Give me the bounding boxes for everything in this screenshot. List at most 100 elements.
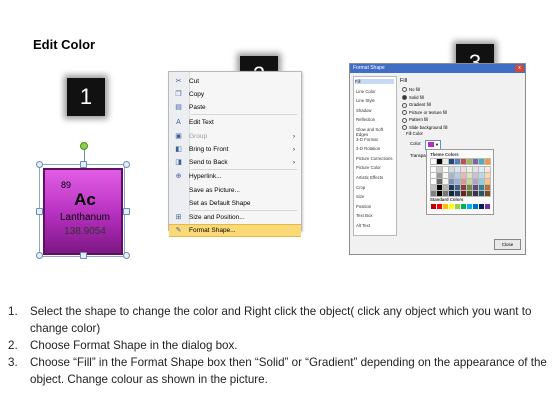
- color-swatch[interactable]: [442, 184, 449, 191]
- color-swatch[interactable]: [454, 184, 461, 191]
- color-swatch[interactable]: [436, 172, 443, 179]
- color-swatch[interactable]: [430, 172, 437, 179]
- color-swatch[interactable]: [461, 204, 466, 209]
- color-swatch[interactable]: [466, 178, 473, 185]
- menu-item-cut[interactable]: ✂ Cut: [169, 76, 301, 88]
- resize-handle[interactable]: [123, 161, 130, 168]
- color-swatch[interactable]: [485, 204, 490, 209]
- category-crop[interactable]: Crop: [356, 185, 365, 190]
- color-swatch[interactable]: [484, 184, 491, 191]
- color-swatch[interactable]: [460, 166, 467, 173]
- resize-handle[interactable]: [123, 208, 130, 215]
- category-picture-corrections[interactable]: Picture Corrections: [356, 156, 393, 161]
- color-swatch[interactable]: [484, 190, 491, 197]
- menu-item-hyperlink[interactable]: ⊕ Hyperlink...: [169, 171, 301, 183]
- close-icon[interactable]: x: [515, 65, 524, 72]
- color-swatch[interactable]: [448, 166, 455, 173]
- category-line-color[interactable]: Line Color: [356, 89, 376, 94]
- fill-option-no-fill[interactable]: No fill: [402, 87, 420, 93]
- color-swatch[interactable]: [466, 166, 473, 173]
- category-picture-color[interactable]: Picture Color: [356, 165, 381, 170]
- menu-item-paste[interactable]: ▤ Paste: [169, 102, 301, 114]
- menu-item-set-as-default-shape[interactable]: Set as Default Shape: [169, 198, 301, 210]
- color-swatch[interactable]: [472, 158, 479, 165]
- color-swatch[interactable]: [448, 184, 455, 191]
- color-swatch[interactable]: [442, 178, 449, 185]
- menu-item-size-and-position[interactable]: ⊞ Size and Position...: [169, 212, 301, 224]
- category-shadow[interactable]: Shadow: [356, 108, 372, 113]
- fill-option-pattern-fill[interactable]: Pattern fill: [402, 117, 428, 123]
- color-swatch[interactable]: [478, 166, 485, 173]
- color-swatch[interactable]: [454, 190, 461, 197]
- color-swatch[interactable]: [430, 178, 437, 185]
- color-swatch[interactable]: [448, 190, 455, 197]
- color-swatch[interactable]: [442, 172, 449, 179]
- color-swatch[interactable]: [430, 158, 437, 165]
- color-swatch[interactable]: [460, 158, 467, 165]
- category-3-d-format[interactable]: 3-D Format: [356, 137, 378, 142]
- color-swatch[interactable]: [436, 178, 443, 185]
- resize-handle[interactable]: [80, 252, 87, 259]
- close-button[interactable]: Close: [494, 239, 521, 250]
- color-swatch[interactable]: [436, 166, 443, 173]
- color-swatch[interactable]: [448, 158, 455, 165]
- resize-handle[interactable]: [36, 161, 43, 168]
- category-reflection[interactable]: Reflection: [356, 117, 375, 122]
- color-swatch[interactable]: [430, 184, 437, 191]
- radio-button[interactable]: [402, 110, 407, 116]
- color-swatch[interactable]: [430, 190, 437, 197]
- color-swatch[interactable]: [454, 166, 461, 173]
- category-glow-and-soft-edges[interactable]: Glow and Soft Edges: [356, 127, 396, 137]
- category-line-style[interactable]: Line Style: [356, 98, 375, 103]
- color-swatch[interactable]: [478, 190, 485, 197]
- color-swatch[interactable]: [466, 172, 473, 179]
- color-swatch[interactable]: [478, 158, 485, 165]
- resize-handle[interactable]: [80, 161, 87, 168]
- fill-option-solid-fill[interactable]: Solid fill: [402, 95, 424, 100]
- color-swatch[interactable]: [472, 166, 479, 173]
- color-swatch[interactable]: [454, 178, 461, 185]
- color-swatch[interactable]: [436, 190, 443, 197]
- color-swatch[interactable]: [479, 204, 484, 209]
- fill-option-picture-or-texture-fill[interactable]: Picture or texture fill: [402, 110, 447, 116]
- color-swatch[interactable]: [430, 166, 437, 173]
- resize-handle[interactable]: [36, 208, 43, 215]
- color-swatch[interactable]: [436, 158, 443, 165]
- color-swatch[interactable]: [448, 178, 455, 185]
- fill-option-gradient-fill[interactable]: Gradient fill: [402, 102, 431, 108]
- radio-button[interactable]: [402, 94, 407, 100]
- color-swatch[interactable]: [472, 190, 479, 197]
- radio-button[interactable]: [402, 102, 407, 108]
- color-swatch[interactable]: [436, 184, 443, 191]
- color-swatch[interactable]: [478, 184, 485, 191]
- menu-item-copy[interactable]: ❐ Copy: [169, 89, 301, 101]
- color-swatch[interactable]: [484, 158, 491, 165]
- category-position[interactable]: Position: [356, 204, 371, 209]
- color-swatch[interactable]: [484, 166, 491, 173]
- color-swatch[interactable]: [449, 204, 454, 209]
- color-swatch[interactable]: [442, 190, 449, 197]
- menu-item-format-shape[interactable]: ✎ Format Shape...: [169, 224, 301, 237]
- color-swatch[interactable]: [478, 172, 485, 179]
- menu-item-edit-text[interactable]: A Edit Text: [169, 117, 301, 129]
- menu-item-group[interactable]: ▣ Group ›: [169, 131, 301, 143]
- color-swatch[interactable]: [467, 204, 472, 209]
- menu-item-send-to-back[interactable]: ◨ Send to Back ›: [169, 157, 301, 169]
- category-alt-text[interactable]: Alt Text: [356, 223, 370, 228]
- color-swatch[interactable]: [448, 172, 455, 179]
- color-swatch[interactable]: [454, 158, 461, 165]
- color-swatch[interactable]: [466, 158, 473, 165]
- color-swatch[interactable]: [472, 178, 479, 185]
- color-swatch[interactable]: [455, 204, 460, 209]
- radio-button[interactable]: [402, 125, 407, 131]
- category-artistic-effects[interactable]: Artistic Effects: [356, 175, 383, 180]
- color-swatch[interactable]: [484, 178, 491, 185]
- color-swatch[interactable]: [442, 166, 449, 173]
- color-swatch[interactable]: [478, 178, 485, 185]
- color-swatch[interactable]: [454, 172, 461, 179]
- color-swatch[interactable]: [431, 204, 436, 209]
- color-swatch[interactable]: [466, 184, 473, 191]
- color-swatch[interactable]: [437, 204, 442, 209]
- color-swatch[interactable]: [442, 158, 449, 165]
- resize-handle[interactable]: [123, 252, 130, 259]
